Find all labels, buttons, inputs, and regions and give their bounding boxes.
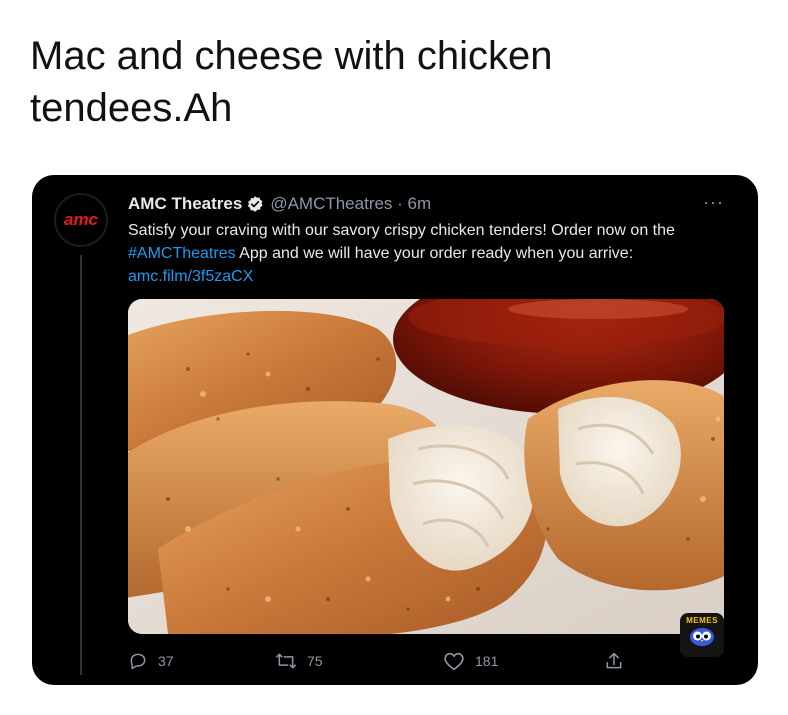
chicken-tenders-illustration [128, 299, 724, 634]
author-handle-time[interactable]: @AMCTheatres · 6m [270, 194, 431, 214]
more-icon[interactable]: ··· [703, 193, 724, 211]
tweet-header: AMC Theatres @AMCTheatres · 6m [128, 191, 728, 217]
like-icon [444, 652, 464, 670]
tweet-actions: 37 75 181 [128, 649, 728, 675]
author-name[interactable]: AMC Theatres [128, 194, 242, 214]
like-count: 181 [475, 653, 499, 669]
post-caption: Mac and cheese with chicken tendees.Ah [30, 34, 553, 130]
reply-icon [130, 653, 146, 670]
verified-icon [246, 195, 264, 213]
avatar-text: amc [64, 210, 99, 229]
watermark-text: MEMES [686, 616, 718, 625]
share-button[interactable] [604, 649, 634, 673]
reply-count: 37 [158, 653, 174, 669]
tweet-text: Satisfy your craving with our savory cri… [128, 219, 728, 288]
tweet-text-part2: App and we will have your order ready wh… [235, 245, 634, 262]
share-icon [606, 652, 622, 669]
like-button[interactable]: 181 [443, 649, 498, 673]
thread-line [80, 255, 82, 675]
tweet-card[interactable]: amc AMC Theatres @AMCTheatres · 6m ··· S… [32, 175, 758, 685]
hashtag-link[interactable]: #AMCTheatres [128, 245, 236, 262]
owl-icon [690, 628, 714, 646]
tweet-image[interactable] [128, 299, 724, 634]
amc-logo: amc [64, 210, 99, 229]
retweet-icon [276, 653, 296, 669]
reply-button[interactable]: 37 [128, 649, 174, 673]
url-link[interactable]: amc.film/3f5zaCX [128, 268, 253, 285]
tweet-text-part1: Satisfy your craving with our savory cri… [128, 222, 675, 239]
retweet-count: 75 [307, 653, 323, 669]
avatar[interactable]: amc [54, 193, 108, 247]
retweet-button[interactable]: 75 [275, 649, 323, 673]
